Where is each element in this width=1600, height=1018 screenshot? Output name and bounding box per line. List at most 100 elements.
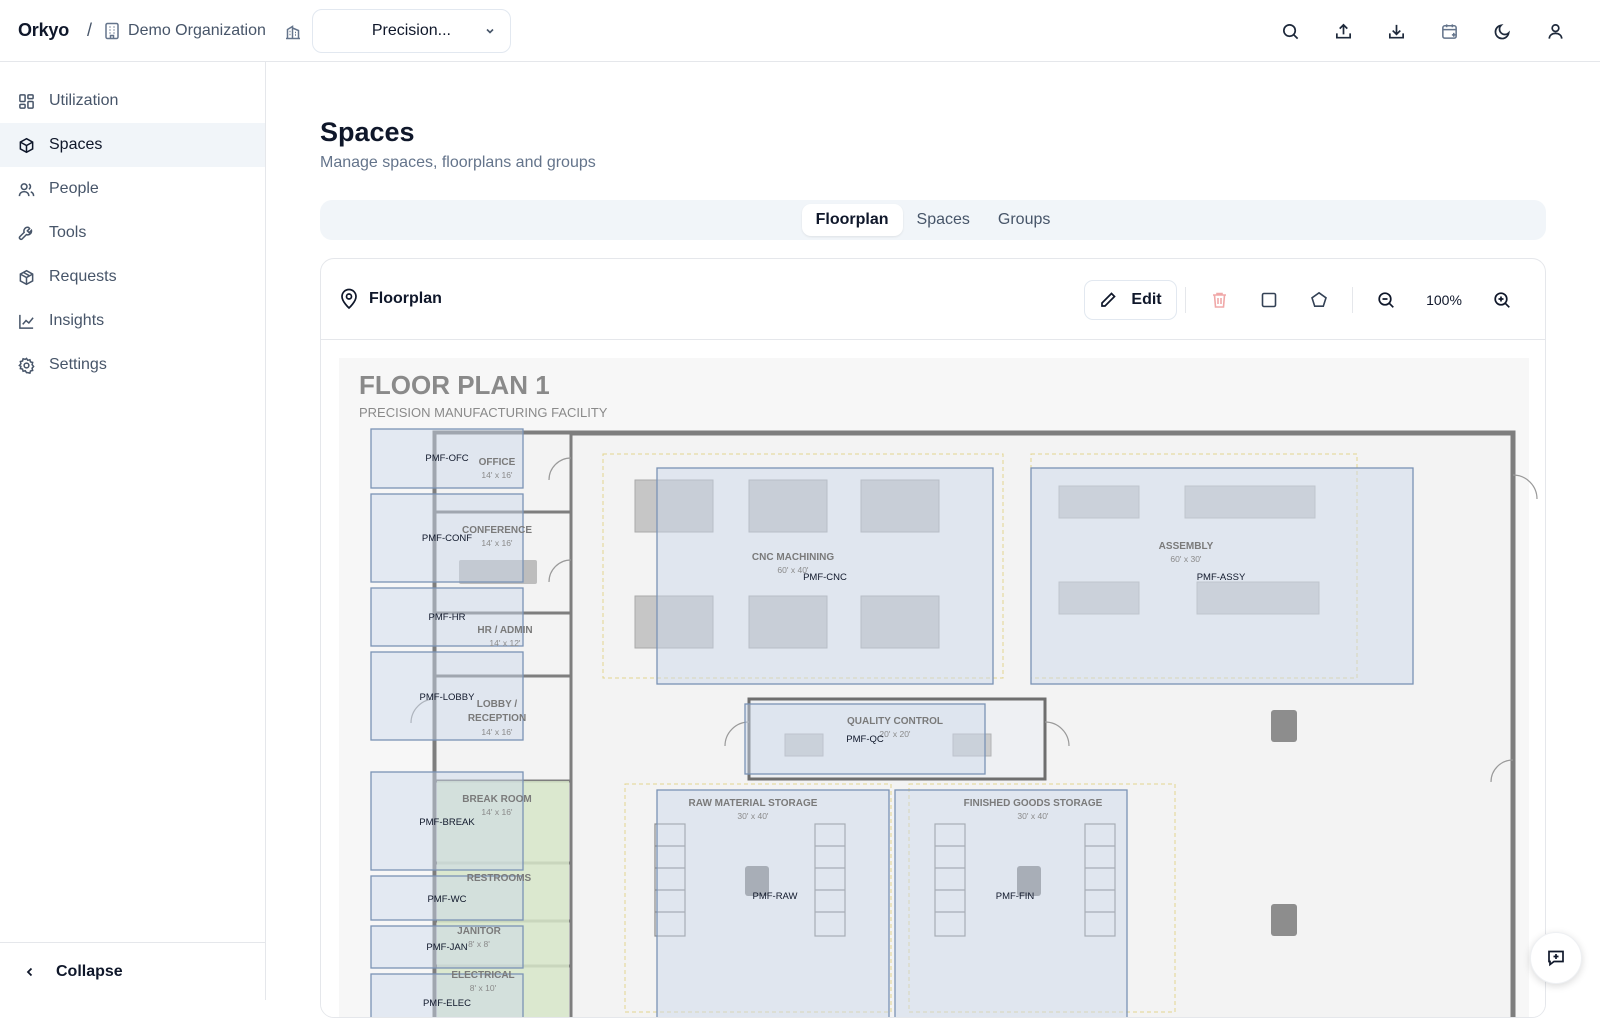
top-bar: Orkyo / Demo Organization Precision... xyxy=(0,0,1600,62)
space-pmf-raw xyxy=(656,789,890,1017)
wrench-icon xyxy=(18,225,35,242)
room-size-conference: 14' x 16' xyxy=(481,538,513,548)
tab-floorplan[interactable]: Floorplan xyxy=(801,204,903,236)
calendar-icon[interactable] xyxy=(1423,11,1476,51)
tab-groups[interactable]: Groups xyxy=(984,204,1064,236)
room-size-assembly: 60' x 30' xyxy=(1170,554,1202,564)
floorplan-canvas[interactable]: FLOOR PLAN 1 PRECISION MANUFACTURING FAC… xyxy=(321,340,1545,1017)
users-icon xyxy=(18,181,35,198)
toolbar-divider xyxy=(1352,287,1353,313)
download-icon[interactable] xyxy=(1370,11,1423,51)
room-label-janitor: JANITOR xyxy=(457,926,501,937)
sidebar-item-label: Spaces xyxy=(49,136,103,153)
room-label-office: OFFICE xyxy=(479,457,516,468)
site-selector[interactable]: Precision... xyxy=(311,8,511,53)
room-label-reception: RECEPTION xyxy=(468,713,526,724)
sidebar: Utilization Spaces People Tools Requests… xyxy=(0,62,266,1000)
sidebar-item-spaces[interactable]: Spaces xyxy=(0,123,265,167)
room-size-qc: 20' x 20' xyxy=(879,729,911,739)
sidebar-item-label: Tools xyxy=(49,224,87,241)
sidebar-item-people[interactable]: People xyxy=(0,167,265,211)
floorplan-card-title: Floorplan xyxy=(369,290,442,307)
sidebar-item-settings[interactable]: Settings xyxy=(0,343,265,387)
room-label-raw: RAW MATERIAL STORAGE xyxy=(689,798,818,809)
room-size-janitor: 8' x 8' xyxy=(468,939,490,949)
feedback-button[interactable] xyxy=(1530,932,1582,984)
room-size-office: 14' x 16' xyxy=(481,470,513,480)
room-label-fin: FINISHED GOODS STORAGE xyxy=(964,798,1103,809)
room-label-lobby: LOBBY / xyxy=(477,699,518,710)
top-actions xyxy=(1264,0,1582,62)
floorplan-drawing: FLOOR PLAN 1 PRECISION MANUFACTURING FAC… xyxy=(339,358,1538,1017)
sidebar-item-label: Insights xyxy=(49,312,105,329)
toolbar-divider xyxy=(1185,287,1186,313)
collapse-button[interactable]: Collapse xyxy=(0,942,266,1000)
user-icon[interactable] xyxy=(1529,11,1582,51)
plan-subtitle: PRECISION MANUFACTURING FACILITY xyxy=(359,405,608,420)
rectangle-tool-icon[interactable] xyxy=(1244,280,1294,320)
package-icon xyxy=(18,269,35,286)
floorplan-card-header: Floorplan Edit 100% xyxy=(321,259,1545,340)
organization-link[interactable]: Demo Organization xyxy=(104,22,266,40)
space-code-wc: PMF-WC xyxy=(427,894,466,905)
tab-spaces[interactable]: Spaces xyxy=(903,204,984,236)
cube-icon xyxy=(18,137,35,154)
room-size-raw: 30' x 40' xyxy=(737,811,769,821)
chevron-down-icon xyxy=(484,25,496,37)
room-size-lobby: 14' x 16' xyxy=(481,727,513,737)
room-label-restrooms: RESTROOMS xyxy=(467,873,532,884)
space-code-raw: PMF-RAW xyxy=(752,891,797,902)
main-content: Spaces Manage spaces, floorplans and gro… xyxy=(266,62,1600,1018)
space-code-lobby: PMF-LOBBY xyxy=(420,692,476,703)
upload-icon[interactable] xyxy=(1317,11,1370,51)
sidebar-item-requests[interactable]: Requests xyxy=(0,255,265,299)
sidebar-item-label: Requests xyxy=(49,268,117,285)
sidebar-item-label: People xyxy=(49,180,99,197)
collapse-label: Collapse xyxy=(56,962,123,980)
site-icon xyxy=(284,22,302,40)
space-code-qc: PMF-QC xyxy=(846,734,884,745)
tab-bar: Floorplan Spaces Groups xyxy=(320,200,1546,240)
organization-name: Demo Organization xyxy=(128,21,266,39)
gear-icon xyxy=(18,356,35,374)
room-size-hr-admin: 14' x 12' xyxy=(489,638,521,648)
zoom-in-icon[interactable] xyxy=(1477,280,1527,320)
floorplan-toolbar: Edit 100% xyxy=(1084,279,1527,321)
sidebar-item-insights[interactable]: Insights xyxy=(0,299,265,343)
chart-icon xyxy=(18,313,35,330)
chevron-left-icon xyxy=(24,966,36,978)
zoom-out-icon[interactable] xyxy=(1361,280,1411,320)
zoom-level: 100% xyxy=(1426,292,1462,308)
grid-icon xyxy=(18,93,35,110)
delete-icon[interactable] xyxy=(1194,280,1244,320)
sidebar-item-tools[interactable]: Tools xyxy=(0,211,265,255)
pencil-icon xyxy=(1099,291,1117,309)
space-code-cnc: PMF-CNC xyxy=(803,572,847,583)
edit-button[interactable]: Edit xyxy=(1084,280,1177,320)
search-icon[interactable] xyxy=(1264,11,1317,51)
space-code-conf: PMF-CONF xyxy=(422,533,472,544)
room-label-qc: QUALITY CONTROL xyxy=(847,716,943,727)
space-code-assy: PMF-ASSY xyxy=(1197,572,1246,583)
floorplan-card: Floorplan Edit 100% FLOOR PLAN 1 PRECISI… xyxy=(320,258,1546,1018)
sidebar-item-label: Settings xyxy=(49,356,107,373)
room-label-hr-admin: HR / ADMIN xyxy=(477,625,532,636)
room-size-break-room: 14' x 16' xyxy=(481,807,513,817)
room-label-electrical: ELECTRICAL xyxy=(451,970,514,981)
edit-label: Edit xyxy=(1131,291,1162,308)
sidebar-nav: Utilization Spaces People Tools Requests… xyxy=(0,62,265,387)
polygon-tool-icon[interactable] xyxy=(1294,280,1344,320)
map-pin-icon xyxy=(339,288,359,310)
space-code-ofc: PMF-OFC xyxy=(425,453,468,464)
room-label-conference: CONFERENCE xyxy=(462,525,532,536)
page-subtitle: Manage spaces, floorplans and groups xyxy=(320,154,596,171)
moon-icon[interactable] xyxy=(1476,11,1529,51)
message-plus-icon xyxy=(1546,948,1566,968)
sidebar-item-utilization[interactable]: Utilization xyxy=(0,79,265,123)
room-label-break-room: BREAK ROOM xyxy=(462,794,531,805)
room-label-cnc: CNC MACHINING xyxy=(752,552,834,563)
space-code-jan: PMF-JAN xyxy=(426,942,467,953)
page-title: Spaces xyxy=(320,117,415,147)
brand-logo[interactable]: Orkyo xyxy=(18,20,69,41)
room-size-electrical: 8' x 10' xyxy=(470,983,497,993)
